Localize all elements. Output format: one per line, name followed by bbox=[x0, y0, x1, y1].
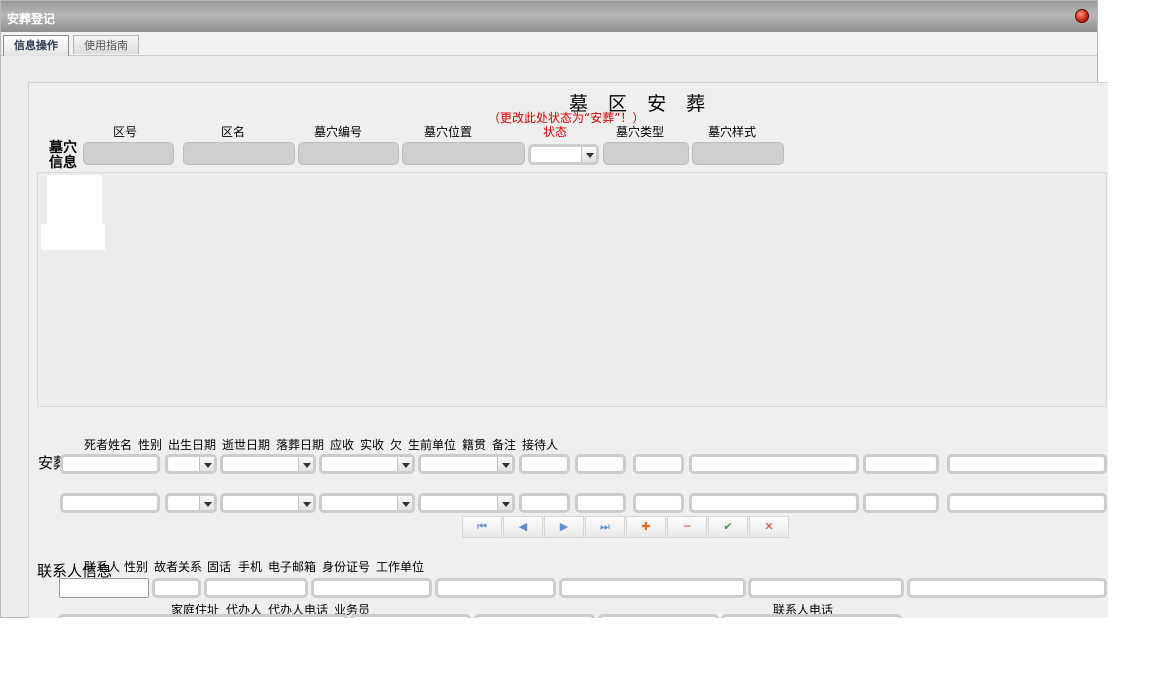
owed-input[interactable] bbox=[633, 454, 684, 474]
next-record-button[interactable]: ▶ bbox=[544, 516, 584, 538]
received-input-2[interactable] bbox=[575, 493, 626, 513]
chevron-down-icon[interactable] bbox=[199, 496, 214, 510]
col-mobile: 手机 bbox=[238, 560, 263, 574]
col-id-number: 身份证号 bbox=[322, 560, 371, 574]
chevron-down-icon[interactable] bbox=[298, 496, 313, 510]
id-number-input[interactable] bbox=[748, 578, 904, 598]
death-date-picker[interactable] bbox=[319, 454, 415, 474]
area-number-field bbox=[83, 142, 174, 165]
col-owed: 欠 bbox=[390, 438, 403, 452]
col-landline: 固话 bbox=[207, 560, 232, 574]
mobile-input[interactable] bbox=[435, 578, 556, 598]
grave-location-field bbox=[402, 142, 525, 165]
tab-strip: 信息操作 使用指南 bbox=[1, 32, 1097, 56]
former-employer-input[interactable] bbox=[689, 454, 859, 474]
email-input[interactable] bbox=[559, 578, 746, 598]
col-receptionist: 接待人 bbox=[522, 438, 559, 452]
former-employer-input-2[interactable] bbox=[689, 493, 859, 513]
col-gender: 性别 bbox=[138, 438, 163, 452]
relation-input[interactable] bbox=[204, 578, 308, 598]
grave-map-area[interactable] bbox=[37, 172, 1107, 407]
grave-section-label-line2: 信息 bbox=[49, 155, 77, 171]
col-grave-location: 墓穴位置 bbox=[424, 125, 473, 139]
area-name-field bbox=[183, 142, 295, 165]
contact-gender-input[interactable] bbox=[152, 578, 201, 598]
delete-record-button[interactable]: ━ bbox=[667, 516, 707, 538]
page-background bbox=[0, 618, 1174, 689]
native-place-input[interactable] bbox=[863, 454, 939, 474]
grave-type-field bbox=[603, 142, 689, 165]
close-icon[interactable] bbox=[1075, 9, 1089, 23]
received-input[interactable] bbox=[575, 454, 626, 474]
col-remarks: 备注 bbox=[492, 438, 517, 452]
tab-user-guide[interactable]: 使用指南 bbox=[73, 35, 139, 54]
receivable-input-2[interactable] bbox=[519, 493, 570, 513]
col-received: 实收 bbox=[360, 438, 385, 452]
window-title: 安葬登记 bbox=[7, 12, 56, 26]
col-relation: 故者关系 bbox=[154, 560, 203, 574]
chevron-down-icon[interactable] bbox=[497, 496, 512, 510]
col-death-date: 逝世日期 bbox=[222, 438, 271, 452]
col-status: 状态 bbox=[543, 125, 568, 139]
death-date-picker-2[interactable] bbox=[319, 493, 415, 513]
deceased-name-input-2[interactable] bbox=[60, 493, 160, 513]
chevron-down-icon[interactable] bbox=[397, 457, 412, 471]
remarks-input-2[interactable] bbox=[947, 493, 1107, 513]
work-unit-input[interactable] bbox=[907, 578, 1107, 598]
gender-select[interactable] bbox=[165, 454, 217, 474]
birth-date-picker-2[interactable] bbox=[220, 493, 316, 513]
native-place-input-2[interactable] bbox=[863, 493, 939, 513]
last-record-button[interactable]: ⏭ bbox=[585, 516, 625, 538]
burial-date-picker[interactable] bbox=[418, 454, 515, 474]
burial-date-picker-2[interactable] bbox=[418, 493, 515, 513]
title-bar[interactable]: 安葬登记 bbox=[1, 1, 1097, 32]
confirm-button[interactable]: ✔ bbox=[708, 516, 748, 538]
col-contact-gender: 性别 bbox=[124, 560, 149, 574]
chevron-down-icon[interactable] bbox=[199, 457, 214, 471]
col-birth-date: 出生日期 bbox=[168, 438, 217, 452]
col-area-number: 区号 bbox=[113, 125, 138, 139]
col-grave-style: 墓穴样式 bbox=[708, 125, 757, 139]
col-contact-person: 联系人 bbox=[84, 560, 121, 574]
chevron-down-icon[interactable] bbox=[581, 147, 596, 162]
chevron-down-icon[interactable] bbox=[298, 457, 313, 471]
col-deceased-name: 死者姓名 bbox=[84, 438, 133, 452]
add-record-button[interactable]: ✚ bbox=[626, 516, 666, 538]
owed-input-2[interactable] bbox=[633, 493, 684, 513]
col-receivable: 应收 bbox=[330, 438, 355, 452]
col-burial-date: 落葬日期 bbox=[276, 438, 325, 452]
col-grave-type: 墓穴类型 bbox=[616, 125, 665, 139]
tab-info-operation[interactable]: 信息操作 bbox=[3, 35, 69, 56]
col-native-place: 籍贯 bbox=[462, 438, 487, 452]
cancel-button[interactable]: ✕ bbox=[749, 516, 789, 538]
gender-select-2[interactable] bbox=[165, 493, 217, 513]
landline-input[interactable] bbox=[311, 578, 432, 598]
grave-style-field bbox=[692, 142, 784, 165]
remarks-input[interactable] bbox=[947, 454, 1107, 474]
grave-photo-placeholder bbox=[47, 175, 102, 225]
chevron-down-icon[interactable] bbox=[397, 496, 412, 510]
grave-number-field bbox=[298, 142, 399, 165]
deceased-name-input[interactable] bbox=[60, 454, 160, 474]
birth-date-picker[interactable] bbox=[220, 454, 316, 474]
col-former-employer: 生前单位 bbox=[408, 438, 457, 452]
col-area-name: 区名 bbox=[221, 125, 246, 139]
chevron-down-icon[interactable] bbox=[497, 457, 512, 471]
grave-photo-caption bbox=[41, 224, 105, 250]
first-record-button[interactable]: ⏮ bbox=[462, 516, 502, 538]
prev-record-button[interactable]: ◀ bbox=[503, 516, 543, 538]
col-grave-number: 墓穴编号 bbox=[314, 125, 363, 139]
col-email: 电子邮箱 bbox=[268, 560, 317, 574]
receivable-input[interactable] bbox=[519, 454, 570, 474]
col-work-unit: 工作单位 bbox=[376, 560, 425, 574]
contact-person-input[interactable] bbox=[59, 578, 149, 598]
status-select[interactable] bbox=[528, 144, 599, 165]
